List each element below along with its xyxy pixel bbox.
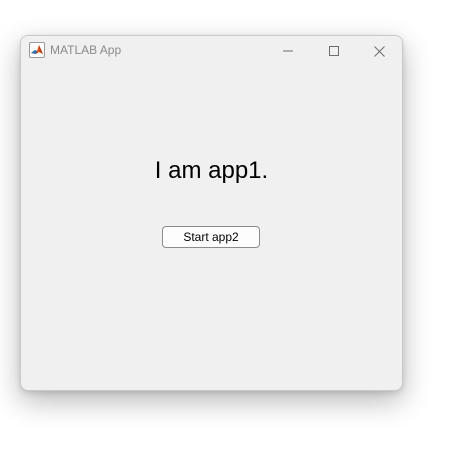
app-window: MATLAB App I am app1. Start app2 (20, 35, 403, 391)
app-content: I am app1. Start app2 (21, 66, 402, 390)
maximize-icon (329, 46, 339, 56)
window-title: MATLAB App (50, 43, 122, 57)
maximize-button[interactable] (311, 36, 357, 66)
title-bar[interactable]: MATLAB App (21, 36, 402, 66)
minimize-icon (283, 46, 293, 56)
close-button[interactable] (356, 36, 402, 66)
matlab-logo-icon (29, 42, 45, 58)
app-label: I am app1. (154, 157, 269, 184)
minimize-button[interactable] (265, 36, 311, 66)
close-icon (373, 45, 385, 57)
start-app2-button[interactable]: Start app2 (162, 226, 260, 248)
